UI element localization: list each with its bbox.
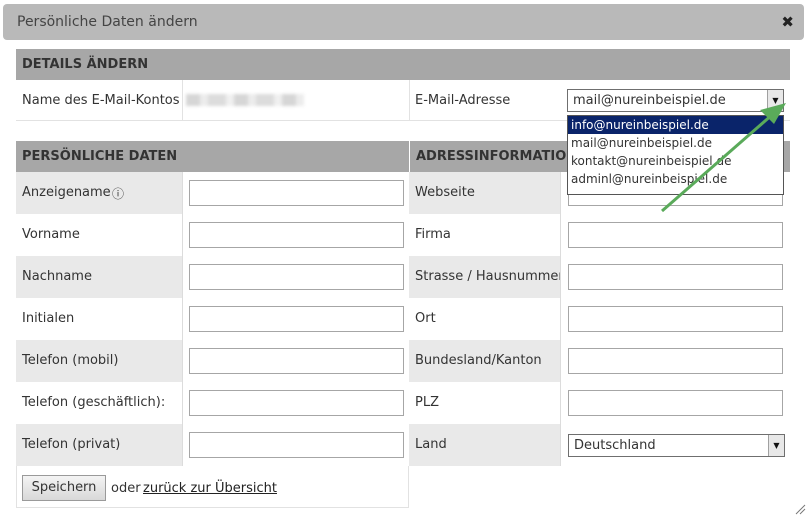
personal-field-label: Initialen xyxy=(22,311,75,326)
address-row: Bundesland/Kanton xyxy=(409,340,791,382)
personal-field-input[interactable] xyxy=(189,264,404,290)
resize-grip-icon[interactable] xyxy=(795,504,806,515)
dropdown-option-mail[interactable]: mail@nureinbeispiel.de xyxy=(568,134,783,152)
address-field-label: Bundesland/Kanton xyxy=(415,353,542,368)
dialog-title: Persönliche Daten ändern xyxy=(17,14,198,30)
address-field-input[interactable] xyxy=(568,222,783,248)
address-field-input[interactable] xyxy=(568,348,783,374)
personal-field-input[interactable] xyxy=(189,348,404,374)
personal-row: Initialen xyxy=(16,298,410,340)
email-address-label: E-Mail-Adresse xyxy=(415,93,511,108)
address-field-label: Webseite xyxy=(415,185,475,200)
address-row: Firma xyxy=(409,214,791,256)
address-field-label: Firma xyxy=(415,227,451,242)
input-cell xyxy=(182,214,410,256)
address-row: PLZ xyxy=(409,382,791,424)
chevron-down-icon[interactable]: ▼ xyxy=(767,90,783,111)
personal-row: Anzeigename ⓘ xyxy=(16,172,410,214)
input-cell xyxy=(182,172,410,214)
input-cell xyxy=(560,298,791,340)
country-select-value: Deutschland xyxy=(574,438,656,453)
divider xyxy=(409,80,410,120)
input-cell xyxy=(560,340,791,382)
personal-field-label: Telefon (mobil) xyxy=(22,353,119,368)
divider xyxy=(182,80,183,120)
personal-field-label: Telefon (privat) xyxy=(22,437,121,452)
email-select-value: mail@nureinbeispiel.de xyxy=(573,93,726,108)
input-cell xyxy=(182,424,410,466)
personal-row: Telefon (mobil) xyxy=(16,340,410,382)
input-cell xyxy=(560,214,791,256)
email-dropdown-list[interactable]: info@nureinbeispiel.de mail@nureinbeispi… xyxy=(567,115,784,195)
account-name-value-redacted xyxy=(186,94,304,106)
personal-row: Telefon (privat) xyxy=(16,424,410,466)
info-icon[interactable]: ⓘ xyxy=(112,185,124,202)
personal-row: Telefon (geschäftlich): xyxy=(16,382,410,424)
address-row: Land Deutschland ▼ xyxy=(409,424,791,466)
address-field-label: PLZ xyxy=(415,395,439,410)
personal-field-input[interactable] xyxy=(189,306,404,332)
input-cell xyxy=(182,340,410,382)
personal-section-header: Persönliche Daten xyxy=(16,141,409,172)
input-cell xyxy=(560,256,791,298)
personal-field-label: Vorname xyxy=(22,227,80,242)
input-cell xyxy=(560,382,791,424)
personal-field-input[interactable] xyxy=(189,432,404,458)
address-field-input[interactable] xyxy=(568,264,783,290)
chevron-down-icon[interactable]: ▼ xyxy=(768,435,784,456)
personal-field-input[interactable] xyxy=(189,222,404,248)
address-field-label: Ort xyxy=(415,311,436,326)
input-cell xyxy=(182,256,410,298)
edit-personal-data-dialog: Persönliche Daten ändern ✖ Details änder… xyxy=(0,0,809,518)
dialog-titlebar: Persönliche Daten ändern ✖ xyxy=(3,4,804,40)
dropdown-option-kontakt[interactable]: kontakt@nureinbeispiel.de xyxy=(568,152,783,170)
dropdown-option-admin[interactable]: adminl@nureinbeispiel.de xyxy=(568,170,783,188)
email-address-select[interactable]: mail@nureinbeispiel.de ▼ xyxy=(567,89,784,112)
address-row: Ort xyxy=(409,298,791,340)
address-field-label: Strasse / Hausnummer xyxy=(415,269,564,284)
footer-row xyxy=(16,466,409,508)
input-cell xyxy=(182,298,410,340)
address-row: Strasse / Hausnummer xyxy=(409,256,791,298)
address-field-label: Land xyxy=(415,437,447,452)
country-select[interactable]: Deutschland ▼ xyxy=(568,434,785,457)
personal-field-input[interactable] xyxy=(189,390,404,416)
personal-row: Nachname xyxy=(16,256,410,298)
personal-field-label: Telefon (geschäftlich): xyxy=(22,395,166,410)
dropdown-option-info[interactable]: info@nureinbeispiel.de xyxy=(568,116,783,134)
personal-row: Vorname xyxy=(16,214,410,256)
input-cell xyxy=(182,382,410,424)
close-icon[interactable]: ✖ xyxy=(781,13,794,31)
personal-field-input[interactable] xyxy=(189,180,404,206)
details-section-header: Details ändern xyxy=(16,49,790,80)
address-field-input[interactable] xyxy=(568,390,783,416)
address-field-input[interactable] xyxy=(568,306,783,332)
account-name-label: Name des E-Mail-Kontos xyxy=(22,93,180,108)
personal-field-label: Nachname xyxy=(22,269,92,284)
input-cell: Deutschland ▼ xyxy=(560,424,791,466)
personal-field-label: Anzeigename xyxy=(22,185,111,200)
